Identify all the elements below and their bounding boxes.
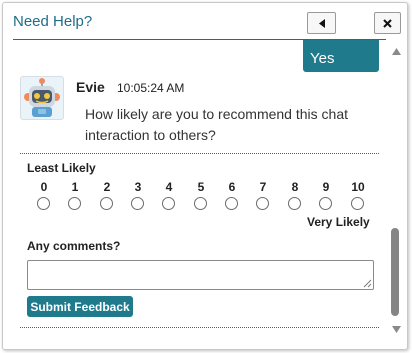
close-icon (383, 18, 392, 28)
comments-input[interactable] (27, 260, 374, 290)
chat-title: Need Help? (13, 13, 93, 30)
divider (20, 327, 379, 328)
scrollbar[interactable] (387, 40, 405, 340)
triangle-down-icon (391, 325, 401, 333)
least-likely-label: Least Likely (27, 161, 96, 175)
rating-radio-5[interactable] (194, 197, 207, 210)
rating-number-7: 7 (259, 180, 267, 194)
rating-radio-0[interactable] (37, 197, 50, 210)
rating-number-2: 2 (103, 180, 111, 194)
close-button[interactable] (374, 12, 401, 34)
scroll-down-button[interactable] (391, 324, 401, 334)
rating-radio-7[interactable] (256, 197, 269, 210)
triangle-up-icon (391, 47, 401, 55)
rating-number-3: 3 (134, 180, 142, 194)
rating-radio-4[interactable] (162, 197, 175, 210)
rating-radio-9[interactable] (319, 197, 332, 210)
scroll-up-button[interactable] (391, 46, 401, 56)
rating-radio-10[interactable] (351, 197, 364, 210)
divider (20, 153, 379, 154)
bot-name: Evie (76, 79, 105, 95)
rating-number-6: 6 (228, 180, 236, 194)
message-timestamp: 10:05:24 AM (117, 81, 185, 95)
rating-radio-8[interactable] (288, 197, 301, 210)
rating-number-0: 0 (40, 180, 48, 194)
rating-radio-3[interactable] (131, 197, 144, 210)
rating-radio-6[interactable] (225, 197, 238, 210)
minimize-button[interactable] (307, 12, 336, 34)
chat-header: Need Help? (3, 3, 407, 39)
scrollbar-thumb[interactable] (391, 228, 399, 316)
rating-number-4: 4 (165, 180, 173, 194)
bot-avatar (20, 76, 64, 120)
rating-radio-1[interactable] (68, 197, 81, 210)
comments-label: Any comments? (27, 239, 121, 253)
bot-message: How likely are you to recommend this cha… (85, 106, 348, 143)
rating-radio-2[interactable] (100, 197, 113, 210)
submit-feedback-button[interactable]: Submit Feedback (27, 296, 133, 317)
triangle-left-icon (318, 18, 325, 28)
chat-widget: Need Help? Yes Evie 10:05:24 AM How like… (2, 2, 408, 350)
rating-number-8: 8 (291, 180, 299, 194)
rating-number-10: 10 (351, 180, 365, 194)
chat-transcript[interactable]: Yes Evie 10:05:24 AM How likely are you … (3, 40, 387, 349)
very-likely-label: Very Likely (307, 215, 370, 229)
rating-number-5: 5 (197, 180, 205, 194)
rating-number-9: 9 (322, 180, 330, 194)
rating-number-1: 1 (71, 180, 79, 194)
user-message-bubble: Yes (303, 40, 379, 72)
robot-avatar-icon (24, 78, 60, 117)
resize-grip-icon[interactable] (363, 279, 372, 288)
